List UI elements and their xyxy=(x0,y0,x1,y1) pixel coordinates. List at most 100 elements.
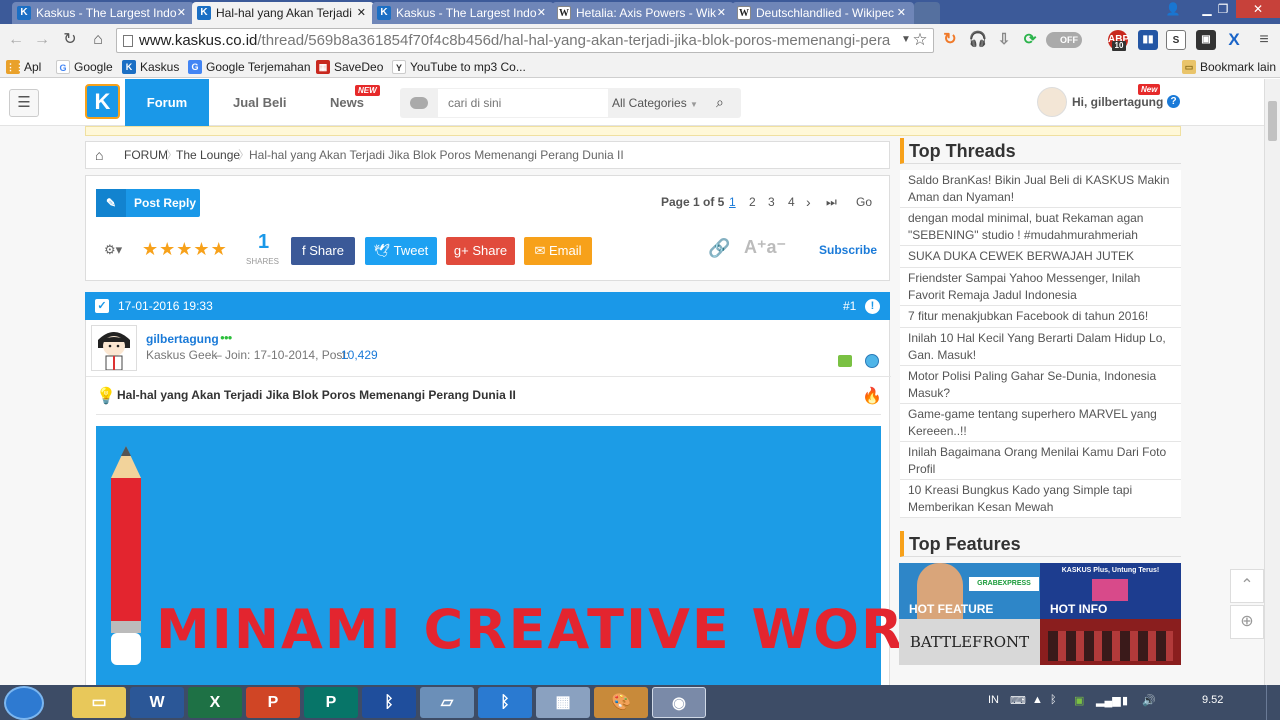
chrome-taskbar-icon[interactable]: ◉ xyxy=(652,687,706,718)
thread-link[interactable]: Inilah Bagaimana Orang Menilai Kamu Dari… xyxy=(900,442,1181,480)
post-reply-button[interactable]: ✎ Post Reply xyxy=(96,189,200,217)
clock-time[interactable]: 9.52 xyxy=(1202,694,1223,706)
notes-taskbar-icon[interactable]: ▱ xyxy=(420,687,474,718)
nav-jual-beli[interactable]: Jual Beli xyxy=(233,79,286,126)
page-link-4[interactable]: 4 xyxy=(788,189,795,215)
subscribe-link[interactable]: Subscribe xyxy=(819,243,877,257)
user-post-count[interactable]: 10,429 xyxy=(341,348,378,362)
forward-icon[interactable]: → xyxy=(32,30,52,50)
excel-taskbar-icon[interactable]: X xyxy=(188,687,242,718)
nav-forum[interactable]: Forum xyxy=(125,79,209,126)
headphones-icon[interactable]: 🎧 xyxy=(968,30,988,50)
bookmark-apps[interactable]: ⋮⋮ Apl xyxy=(6,59,41,75)
kaskus-logo[interactable]: K xyxy=(85,84,120,119)
toggle-off-switch[interactable]: OFF xyxy=(1046,32,1082,48)
bookmark-google[interactable]: G Google xyxy=(56,59,113,75)
feature-card-grabexpress[interactable]: GRABEXPRESS HOT FEATURE xyxy=(899,563,1040,619)
user-avatar[interactable] xyxy=(91,325,137,371)
close-tab-icon[interactable]: ✕ xyxy=(717,2,726,24)
add-button[interactable]: ⊕ xyxy=(1230,605,1264,639)
back-icon[interactable]: ← xyxy=(6,30,26,50)
thread-link[interactable]: Saldo BranKas! Bikin Jual Beli di KASKUS… xyxy=(900,170,1181,208)
calculator-taskbar-icon[interactable]: ▦ xyxy=(536,687,590,718)
browser-tab-active[interactable]: K Hal-hal yang Akan Terjadi ✕ xyxy=(192,2,374,24)
browser-tab[interactable]: W Deutschlandlied - Wikipec ✕ xyxy=(732,2,914,24)
menu-icon[interactable]: ≡ xyxy=(1254,30,1274,50)
stats-extension-icon[interactable]: ▮▮ xyxy=(1138,30,1158,50)
last-page-icon[interactable]: ⏭ xyxy=(826,189,837,215)
help-icon[interactable]: ? xyxy=(1167,95,1180,108)
bookmark-savedeo[interactable]: ▦ SaveDeo xyxy=(316,59,383,75)
feature-card-battlefront[interactable]: BATTLEFRONT xyxy=(899,619,1040,665)
breadcrumb-lounge[interactable]: The Lounge xyxy=(176,142,240,168)
email-share-button[interactable]: ✉ Email xyxy=(524,237,592,265)
network-signal-icon[interactable]: ▂▄▆ xyxy=(1096,694,1121,707)
facebook-share-button[interactable]: f Share xyxy=(291,237,355,265)
address-bar[interactable]: www.kaskus.co.id/thread/569b8a361854f70f… xyxy=(116,28,934,53)
volume-icon[interactable]: 🔊 xyxy=(1142,694,1156,707)
feature-card-kaskus-plus[interactable]: KASKUS Plus, Untung Terus! HOT INFO xyxy=(1040,563,1181,619)
star-rating[interactable]: ★★★★★ xyxy=(142,239,228,260)
tray-app-icon[interactable]: ▣ xyxy=(1074,694,1084,707)
refresh-extension-icon[interactable]: ↻ xyxy=(940,30,960,50)
user-icon[interactable]: 👤 xyxy=(1160,0,1186,18)
gear-icon[interactable]: ⚙▾ xyxy=(104,242,122,258)
home-icon[interactable]: ⌂ xyxy=(88,30,108,50)
chat-icon[interactable] xyxy=(410,97,428,109)
keyboard-icon[interactable]: ⌨ xyxy=(1010,694,1026,707)
bookmark-star-icon[interactable]: ☆ xyxy=(910,30,930,50)
thread-link[interactable]: 10 Kreasi Bungkus Kado yang Simple tapi … xyxy=(900,480,1181,518)
browser-tab[interactable]: K Kaskus - The Largest Indo ✕ xyxy=(12,2,194,24)
post-number[interactable]: #1 xyxy=(843,292,856,320)
scroll-top-button[interactable]: ⌃ xyxy=(1230,569,1264,603)
bluetooth-taskbar-icon[interactable]: ᛒ xyxy=(362,687,416,718)
powerpoint-taskbar-icon[interactable]: P xyxy=(246,687,300,718)
search-input[interactable] xyxy=(438,89,608,117)
word-taskbar-icon[interactable]: W xyxy=(130,687,184,718)
reload-icon[interactable]: ↻ xyxy=(60,30,80,50)
s-extension-icon[interactable]: S xyxy=(1166,30,1186,50)
browser-tab[interactable]: K Kaskus - The Largest Indo ✕ xyxy=(372,2,554,24)
twitter-tweet-button[interactable]: 🕊 Tweet xyxy=(365,237,437,265)
thread-link[interactable]: SUKA DUKA CEWEK BERWAJAH JUTEK xyxy=(900,246,1181,268)
go-button[interactable]: Go xyxy=(856,189,872,215)
close-tab-icon[interactable]: ✕ xyxy=(357,2,366,24)
page-link-3[interactable]: 3 xyxy=(768,189,775,215)
bookmark-google-translate[interactable]: G Google Terjemahan xyxy=(188,59,311,75)
page-link-2[interactable]: 2 xyxy=(749,189,756,215)
language-indicator[interactable]: IN xyxy=(988,694,999,706)
scrollbar-thumb[interactable] xyxy=(1268,101,1277,141)
bookmark-kaskus[interactable]: K Kaskus xyxy=(122,59,179,75)
thread-link[interactable]: Game-game tentang superhero MARVEL yang … xyxy=(900,404,1181,442)
hamburger-menu-icon[interactable]: ☰ xyxy=(9,89,39,117)
tray-expand-icon[interactable]: ▲ xyxy=(1032,694,1043,706)
close-tab-icon[interactable]: ✕ xyxy=(897,2,906,24)
screenshot-extension-icon[interactable]: ▣ xyxy=(1196,30,1216,50)
close-window-icon[interactable]: ✕ xyxy=(1236,0,1280,18)
page-link-1[interactable]: 1 xyxy=(729,189,736,215)
category-select[interactable]: All Categories ▼ xyxy=(612,88,698,118)
bluetooth-tray-icon[interactable]: ᛒ xyxy=(1050,694,1057,706)
breadcrumb-forum[interactable]: FORUM xyxy=(124,142,168,168)
restore-icon[interactable]: ❐ xyxy=(1210,0,1236,18)
thread-link[interactable]: 7 fitur menakjubkan Facebook di tahun 20… xyxy=(900,306,1181,328)
show-desktop-button[interactable] xyxy=(1266,685,1280,720)
close-tab-icon[interactable]: ✕ xyxy=(177,2,186,24)
post-username[interactable]: gilbertagung xyxy=(146,332,219,346)
publisher-taskbar-icon[interactable]: P xyxy=(304,687,358,718)
bluetooth-file-taskbar-icon[interactable]: ᛒ xyxy=(478,687,532,718)
thread-link[interactable]: dengan modal minimal, buat Rekaman agan … xyxy=(900,208,1181,246)
gplus-share-button[interactable]: g+ Share xyxy=(446,237,515,265)
search-icon[interactable]: ⌕ xyxy=(716,94,724,111)
home-icon[interactable]: ⌂ xyxy=(95,142,103,168)
report-icon[interactable]: ! xyxy=(865,299,880,314)
thread-link[interactable]: Friendster Sampai Yahoo Messenger, Inila… xyxy=(900,268,1181,306)
paint-taskbar-icon[interactable]: 🎨 xyxy=(594,687,648,718)
x-extension-icon[interactable]: X xyxy=(1224,30,1244,50)
green-download-icon[interactable]: ⟳ xyxy=(1020,30,1040,50)
feature-card-movie[interactable] xyxy=(1040,619,1181,665)
page-scrollbar[interactable] xyxy=(1264,79,1280,685)
bookmark-youtube-mp3[interactable]: Y YouTube to mp3 Co... xyxy=(392,59,526,75)
checkbox-icon[interactable]: ✓ xyxy=(95,299,109,313)
avatar[interactable] xyxy=(1037,87,1067,117)
